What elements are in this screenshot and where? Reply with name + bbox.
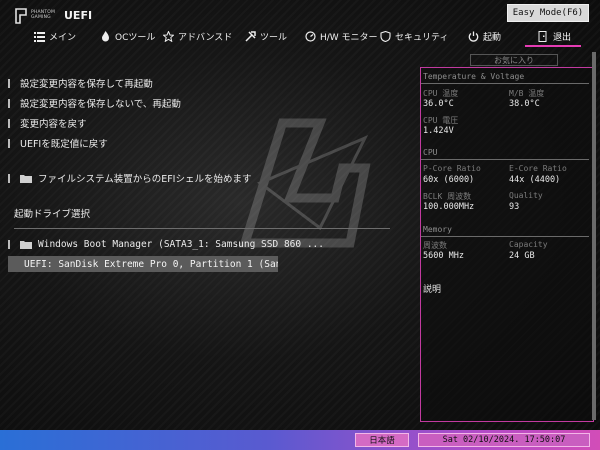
boot-item-windows-label: Windows Boot Manager (SATA3_1: Samsung S… — [38, 238, 324, 250]
brand-small-text: PHANTOM GAMING — [31, 10, 56, 20]
memory-header: Memory — [423, 225, 452, 234]
power-icon — [468, 31, 479, 42]
mb-temp-value: 38.0°C — [509, 99, 540, 109]
save-and-reset-label: 設定変更内容を保存して再起動 — [20, 79, 153, 90]
tab-oc-tools-label: OCツール — [115, 32, 156, 43]
mb-temp-label: M/B 温度 — [509, 89, 545, 98]
item-bullet — [8, 173, 10, 183]
monitor-icon — [305, 30, 316, 42]
mem-capacity-value: 24 GB — [509, 251, 535, 261]
cpu-temp-label: CPU 温度 — [423, 89, 459, 98]
date-time-display[interactable]: Sat 02/10/2024. 17:50:07 — [418, 433, 590, 447]
temp-voltage-header: Temperature & Voltage — [423, 72, 525, 81]
tab-hw-monitor[interactable]: H/W モニター — [305, 28, 378, 44]
exit-icon — [538, 30, 547, 42]
ecore-value: 44x (4400) — [509, 175, 561, 185]
item-bullet — [8, 98, 10, 108]
cpu-volt-value: 1.424V — [423, 126, 454, 136]
folder-icon — [20, 174, 32, 183]
load-defaults-item[interactable]: UEFIを既定値に戻す — [8, 136, 108, 150]
section-divider — [14, 228, 390, 229]
mem-capacity-label: Capacity — [509, 240, 548, 249]
tab-boot-label: 起動 — [483, 32, 502, 43]
language-button[interactable]: 日本語 — [355, 433, 409, 447]
phantom-gaming-icon — [15, 8, 27, 24]
tab-advanced[interactable]: アドバンスド — [163, 28, 232, 44]
efi-shell-item[interactable]: ファイルシステム装置からのEFIシェルを始めます — [8, 171, 251, 185]
tab-boot[interactable]: 起動 — [468, 28, 501, 44]
top-bar: PHANTOM GAMING UEFI Easy Mode(F6) メイン OC… — [0, 0, 600, 50]
bclk-value: 100.000MHz — [423, 202, 475, 212]
active-tab-indicator — [525, 45, 581, 47]
panel-divider — [421, 83, 589, 84]
tab-advanced-label: アドバンスド — [178, 32, 233, 43]
boot-item-windows[interactable]: Windows Boot Manager (SATA3_1: Samsung S… — [8, 236, 324, 252]
star-icon — [163, 30, 174, 42]
brand-logo: PHANTOM GAMING UEFI — [14, 7, 92, 27]
item-bullet — [8, 239, 10, 249]
cpu-header: CPU — [423, 148, 438, 157]
pcore-label: P-Core Ratio — [423, 164, 481, 173]
shield-icon — [380, 30, 391, 42]
flame-icon — [102, 30, 109, 41]
boot-item-sandisk-label: UEFI: SanDisk Extreme Pro 0, Partition 1… — [24, 258, 278, 270]
tab-security[interactable]: セキュリティ — [380, 28, 448, 44]
description-label: 説明 — [423, 285, 442, 295]
ecore-label: E-Core Ratio — [509, 164, 567, 173]
easy-mode-button[interactable]: Easy Mode(F6) — [507, 4, 589, 22]
right-scrollbar[interactable] — [592, 52, 596, 420]
tab-tools-label: ツール — [260, 32, 288, 43]
tab-tools[interactable]: ツール — [245, 28, 287, 44]
mem-freq-label: 周波数 — [423, 241, 447, 250]
quality-label: Quality — [509, 191, 543, 200]
list-icon — [34, 31, 45, 42]
hardware-monitor-panel: Temperature & Voltage CPU 温度 36.0°C M/B … — [420, 67, 594, 422]
bclk-label: BCLK 周波数 — [423, 192, 472, 201]
discard-and-reset-label: 設定変更内容を保存しないで、再起動 — [20, 99, 181, 110]
tab-exit-label: 退出 — [553, 32, 572, 43]
tab-main[interactable]: メイン — [34, 28, 76, 44]
discard-changes-item[interactable]: 変更内容を戻す — [8, 116, 87, 130]
pcore-value: 60x (6000) — [423, 175, 475, 185]
discard-and-reset-item[interactable]: 設定変更内容を保存しないで、再起動 — [8, 96, 181, 110]
item-bullet — [8, 138, 10, 148]
boot-item-sandisk[interactable]: UEFI: SanDisk Extreme Pro 0, Partition 1… — [8, 256, 278, 272]
tab-main-label: メイン — [49, 32, 77, 43]
mem-freq-value: 5600 MHz — [423, 251, 464, 261]
favorites-button[interactable]: お気に入り — [470, 54, 558, 66]
quality-value: 93 — [509, 202, 520, 212]
cpu-volt-label: CPU 電圧 — [423, 116, 459, 125]
cpu-temp-value: 36.0°C — [423, 99, 454, 109]
panel-divider — [421, 159, 589, 160]
folder-icon — [20, 240, 32, 249]
save-and-reset-item[interactable]: 設定変更内容を保存して再起動 — [8, 76, 153, 90]
tab-hw-monitor-label: H/W モニター — [320, 32, 378, 43]
tools-icon — [245, 30, 256, 42]
panel-divider — [421, 236, 589, 237]
efi-shell-label: ファイルシステム装置からのEFIシェルを始めます — [38, 174, 252, 185]
item-bullet — [8, 78, 10, 88]
tab-security-label: セキュリティ — [395, 32, 449, 43]
discard-changes-label: 変更内容を戻す — [20, 119, 87, 130]
main-tabs: メイン OCツール アドバンスド ツール H/W モニター セキュリティ 起動 — [0, 28, 600, 48]
load-defaults-label: UEFIを既定値に戻す — [20, 139, 108, 150]
tab-exit[interactable]: 退出 — [538, 28, 571, 44]
item-bullet — [8, 118, 10, 128]
tab-oc-tools[interactable]: OCツール — [100, 28, 155, 44]
brand-name: UEFI — [64, 9, 93, 22]
boot-override-title: 起動ドライブ選択 — [14, 209, 91, 220]
